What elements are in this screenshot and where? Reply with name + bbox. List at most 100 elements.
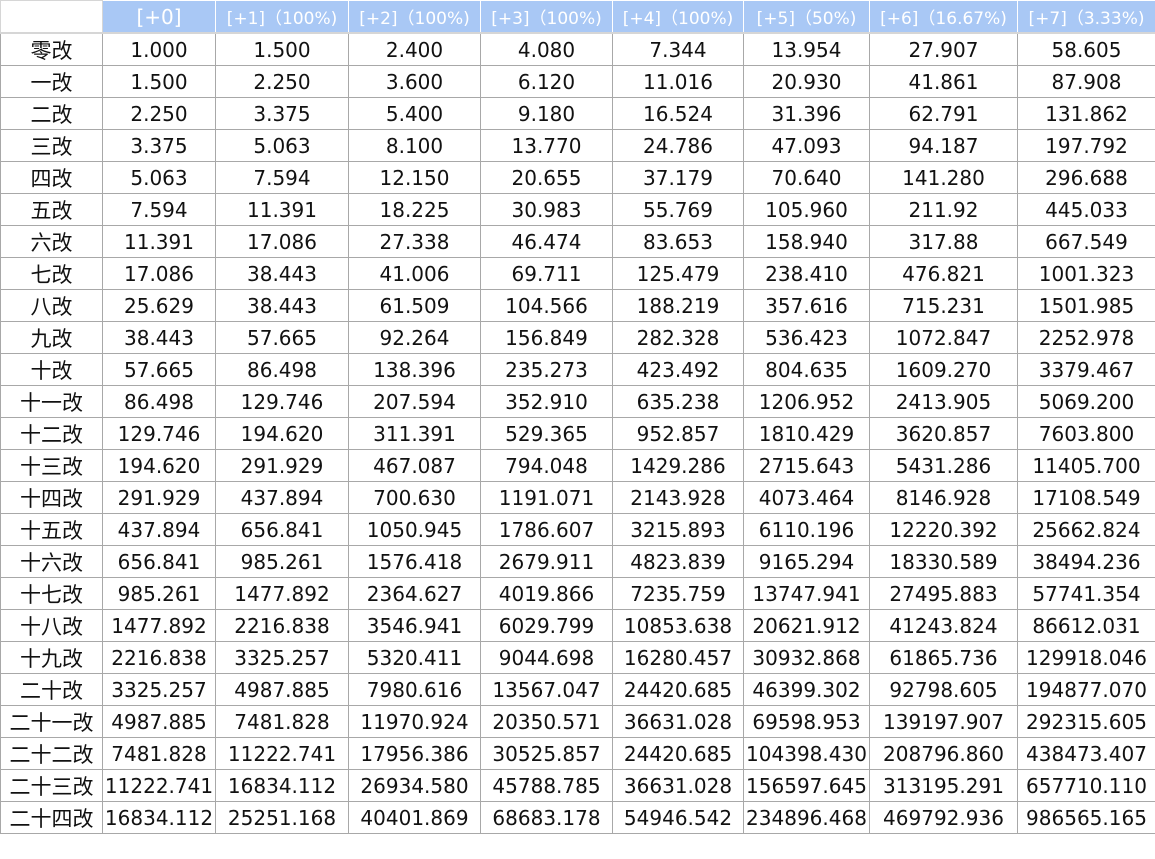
- table-cell[interactable]: 83.653: [612, 225, 744, 258]
- table-cell[interactable]: 16834.112: [215, 769, 349, 802]
- table-cell[interactable]: 87.908: [1017, 65, 1155, 98]
- table-cell[interactable]: 2413.905: [869, 385, 1018, 418]
- table-cell[interactable]: 86.498: [102, 385, 216, 418]
- table-cell[interactable]: 30932.868: [743, 641, 870, 674]
- table-cell[interactable]: 238.410: [743, 257, 870, 290]
- table-cell[interactable]: 55.769: [612, 193, 744, 226]
- table-cell[interactable]: 437.894: [102, 513, 216, 546]
- table-cell[interactable]: 529.365: [480, 417, 613, 450]
- table-cell[interactable]: 31.396: [743, 97, 870, 130]
- table-cell[interactable]: 317.88: [869, 225, 1018, 258]
- table-cell[interactable]: 2.250: [102, 97, 216, 130]
- table-cell[interactable]: 985.261: [215, 545, 349, 578]
- table-cell[interactable]: 3325.257: [102, 673, 216, 706]
- table-cell[interactable]: 38.443: [102, 321, 216, 354]
- table-cell[interactable]: 7980.616: [348, 673, 481, 706]
- table-cell[interactable]: 92.264: [348, 321, 481, 354]
- table-cell[interactable]: 17108.549: [1017, 481, 1155, 514]
- table-cell[interactable]: 291.929: [102, 481, 216, 514]
- table-cell[interactable]: 46399.302: [743, 673, 870, 706]
- table-cell[interactable]: 38494.236: [1017, 545, 1155, 578]
- table-cell[interactable]: 61.509: [348, 289, 481, 322]
- table-cell[interactable]: 125.479: [612, 257, 744, 290]
- table-cell[interactable]: 36631.028: [612, 705, 744, 738]
- table-cell[interactable]: 1.500: [215, 32, 349, 66]
- table-cell[interactable]: 667.549: [1017, 225, 1155, 258]
- column-header[interactable]: [+5]（50%): [743, 0, 870, 34]
- table-cell[interactable]: 38.443: [215, 257, 349, 290]
- table-cell[interactable]: 38.443: [215, 289, 349, 322]
- table-cell[interactable]: 536.423: [743, 321, 870, 354]
- table-cell[interactable]: 6.120: [480, 65, 613, 98]
- table-cell[interactable]: 656.841: [215, 513, 349, 546]
- table-cell[interactable]: 158.940: [743, 225, 870, 258]
- table-cell[interactable]: 25251.168: [215, 801, 349, 834]
- table-cell[interactable]: 5.063: [102, 161, 216, 194]
- table-cell[interactable]: 2679.911: [480, 545, 613, 578]
- table-cell[interactable]: 41.006: [348, 257, 481, 290]
- table-cell[interactable]: 715.231: [869, 289, 1018, 322]
- table-cell[interactable]: 804.635: [743, 353, 870, 386]
- table-cell[interactable]: 69.711: [480, 257, 613, 290]
- table-cell[interactable]: 1.500: [102, 65, 216, 98]
- table-cell[interactable]: 13.954: [743, 32, 870, 66]
- table-cell[interactable]: 11405.700: [1017, 449, 1155, 482]
- table-cell[interactable]: 129918.046: [1017, 641, 1155, 674]
- table-cell[interactable]: 46.474: [480, 225, 613, 258]
- table-cell[interactable]: 188.219: [612, 289, 744, 322]
- table-cell[interactable]: 11.391: [215, 193, 349, 226]
- table-cell[interactable]: 3325.257: [215, 641, 349, 674]
- table-cell[interactable]: 129.746: [102, 417, 216, 450]
- row-label[interactable]: 五改: [0, 193, 103, 226]
- table-cell[interactable]: 292315.605: [1017, 705, 1155, 738]
- table-cell[interactable]: 86.498: [215, 353, 349, 386]
- table-cell[interactable]: 6029.799: [480, 609, 613, 642]
- column-header[interactable]: [+0]: [102, 0, 216, 34]
- table-cell[interactable]: 9044.698: [480, 641, 613, 674]
- table-cell[interactable]: 476.821: [869, 257, 1018, 290]
- table-cell[interactable]: 16834.112: [102, 801, 216, 834]
- table-cell[interactable]: 7.594: [102, 193, 216, 226]
- table-cell[interactable]: 68683.178: [480, 801, 613, 834]
- table-cell[interactable]: 1072.847: [869, 321, 1018, 354]
- table-cell[interactable]: 1001.323: [1017, 257, 1155, 290]
- table-cell[interactable]: 1786.607: [480, 513, 613, 546]
- table-cell[interactable]: 635.238: [612, 385, 744, 418]
- table-cell[interactable]: 86612.031: [1017, 609, 1155, 642]
- table-cell[interactable]: 1429.286: [612, 449, 744, 482]
- table-cell[interactable]: 445.033: [1017, 193, 1155, 226]
- table-cell[interactable]: 57.665: [215, 321, 349, 354]
- table-cell[interactable]: 13567.047: [480, 673, 613, 706]
- table-cell[interactable]: 700.630: [348, 481, 481, 514]
- table-cell[interactable]: 138.396: [348, 353, 481, 386]
- table-cell[interactable]: 156.849: [480, 321, 613, 354]
- table-cell[interactable]: 16.524: [612, 97, 744, 130]
- table-cell[interactable]: 13.770: [480, 129, 613, 162]
- table-cell[interactable]: 104.566: [480, 289, 613, 322]
- table-cell[interactable]: 291.929: [215, 449, 349, 482]
- row-label[interactable]: 二十四改: [0, 801, 103, 834]
- table-cell[interactable]: 27.338: [348, 225, 481, 258]
- row-label[interactable]: 二改: [0, 97, 103, 130]
- table-cell[interactable]: 4987.885: [215, 673, 349, 706]
- table-cell[interactable]: 197.792: [1017, 129, 1155, 162]
- table-cell[interactable]: 296.688: [1017, 161, 1155, 194]
- row-label[interactable]: 十八改: [0, 609, 103, 642]
- table-cell[interactable]: 985.261: [102, 577, 216, 610]
- table-cell[interactable]: 11222.741: [102, 769, 216, 802]
- table-cell[interactable]: 7481.828: [102, 737, 216, 770]
- table-cell[interactable]: 437.894: [215, 481, 349, 514]
- column-header[interactable]: [+1]（100%): [215, 0, 349, 34]
- table-cell[interactable]: 105.960: [743, 193, 870, 226]
- table-cell[interactable]: 194877.070: [1017, 673, 1155, 706]
- table-cell[interactable]: 5.063: [215, 129, 349, 162]
- table-cell[interactable]: 3.600: [348, 65, 481, 98]
- table-cell[interactable]: 94.187: [869, 129, 1018, 162]
- table-cell[interactable]: 11222.741: [215, 737, 349, 770]
- table-cell[interactable]: 8146.928: [869, 481, 1018, 514]
- table-cell[interactable]: 17.086: [215, 225, 349, 258]
- table-cell[interactable]: 18330.589: [869, 545, 1018, 578]
- table-cell[interactable]: 2.400: [348, 32, 481, 66]
- table-cell[interactable]: 57741.354: [1017, 577, 1155, 610]
- table-cell[interactable]: 69598.953: [743, 705, 870, 738]
